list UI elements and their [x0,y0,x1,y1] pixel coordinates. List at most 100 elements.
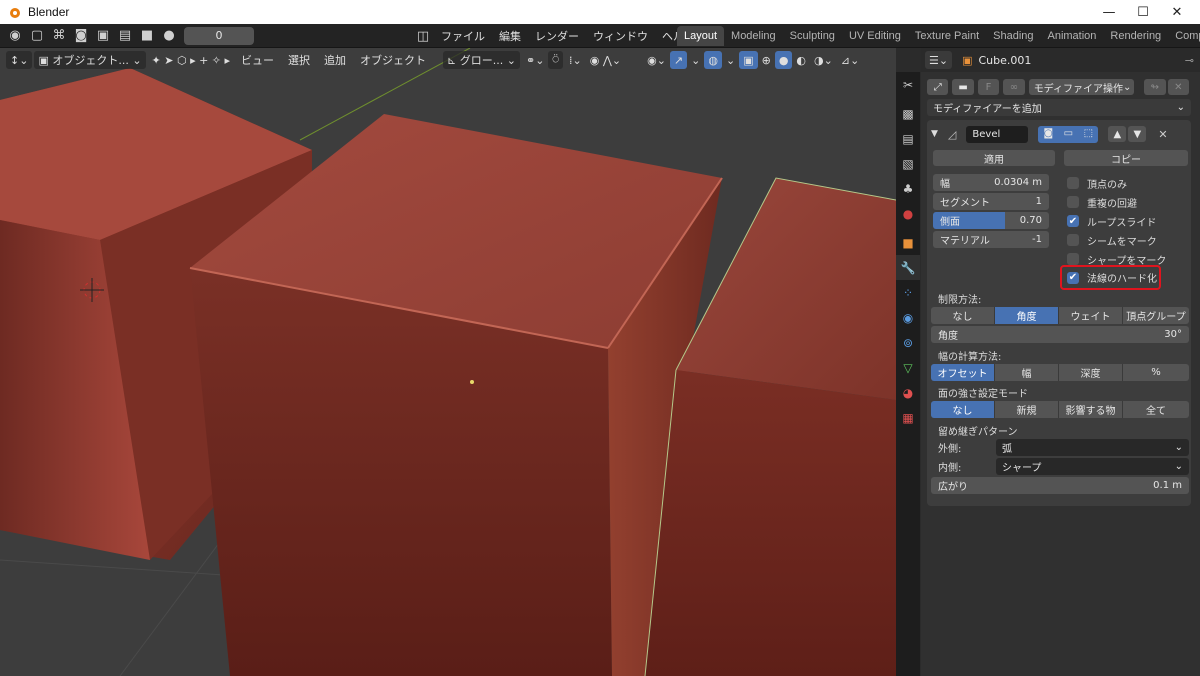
viewport-tools-icon[interactable]: ✦ ➤ ⬡ ▸ + ✧ ▸ [148,51,235,69]
face-none-option[interactable]: なし [931,401,995,418]
mark-seam-checkbox[interactable]: シームをマーク [1067,233,1157,248]
edit-mode-icon[interactable]: ⤢ [927,79,949,95]
inner-miter-dropdown[interactable]: シャープ ⌄ [996,458,1189,475]
physics-tab-icon[interactable]: ◉ [896,305,920,330]
render-camera-icon[interactable]: ◙ [1038,126,1058,142]
remove-icon[interactable]: ✕ [1167,79,1189,95]
font-icon[interactable]: F [977,79,1000,95]
shading-solid-icon[interactable]: ● [774,51,793,69]
apply-button[interactable]: 適用 [933,150,1055,166]
new-file-icon[interactable]: ▢ [26,25,48,47]
display-icon[interactable]: ▬ [952,79,974,95]
frame-field[interactable]: 0 [184,26,254,45]
loop-slide-checkbox[interactable]: ✔ ループスライド [1067,214,1156,229]
camera-icon[interactable]: ◙ [70,25,92,47]
segments-field[interactable]: セグメント 1 [933,193,1049,210]
tab-modeling[interactable]: Modeling [724,26,783,46]
gizmo-toggle-icon[interactable]: ↗ [669,51,688,69]
visibility-icon[interactable]: ◉⌄ [643,51,670,69]
menu-edit[interactable]: 編集 [492,28,528,44]
viewport-menu-select[interactable]: 選択 [281,52,317,68]
viewport-menu-add[interactable]: 追加 [317,52,353,68]
spread-field[interactable]: 広がり 0.1 m [931,477,1189,494]
remove-modifier-icon[interactable]: ✕ [1158,128,1167,141]
modifier-tab-icon[interactable]: 🔧 [896,255,920,280]
script-icon[interactable]: ▤ [114,25,136,47]
node-icon[interactable]: ⌘ [48,25,70,47]
output-tab-icon[interactable]: ▤ [896,126,920,151]
shading-rendered-icon[interactable]: ◑⌄ [810,51,837,69]
data-tab-icon[interactable]: ▽ [896,355,920,380]
material-field[interactable]: マテリアル -1 [933,231,1049,248]
scene-tab-icon[interactable]: ♣ [896,176,920,201]
angle-field[interactable]: 角度 30° [931,326,1189,343]
view-layer-tab-icon[interactable]: ▧ [896,151,920,176]
texture-tab-icon[interactable]: ▦ [896,405,920,430]
add-modifier-dropdown[interactable]: モディファイアーを追加 ⌄ [927,99,1191,116]
render-tab-icon[interactable]: ▩ [896,101,920,126]
tool-tab-icon[interactable]: ✂ [896,72,920,97]
menu-file[interactable]: ファイル [434,28,492,44]
object-tab-icon[interactable]: ■ [896,230,920,255]
clamp-overlap-checkbox[interactable]: 重複の回避 [1067,195,1137,210]
close-window-button[interactable]: ✕ [1154,0,1200,24]
harden-normals-checkbox[interactable]: ✔ 法線のハード化 [1060,265,1161,290]
tab-texture-paint[interactable]: Texture Paint [908,26,986,46]
menu-window[interactable]: ウィンドウ [586,28,655,44]
face-all-option[interactable]: 全て [1123,401,1189,418]
orientation-selector[interactable]: ⊾ グロー... ⌄ [443,51,520,69]
world-tab-icon[interactable]: ● [896,201,920,226]
viewport-menu-view[interactable]: ビュー [234,52,281,68]
width-depth-option[interactable]: 深度 [1059,364,1123,381]
particles-tab-icon[interactable]: ⁘ [896,280,920,305]
pivot-icon[interactable]: ⚭⌄ [522,51,548,69]
face-new-option[interactable]: 新規 [995,401,1059,418]
tab-uv-editing[interactable]: UV Editing [842,26,908,46]
mark-sharp-checkbox[interactable]: シャープをマーク [1067,252,1166,267]
limit-vgroup-option[interactable]: 頂点グループ [1123,307,1189,324]
snap-icon[interactable]: ⍥ [548,51,564,69]
overlay-toggle-icon[interactable]: ◍ [704,51,722,69]
viewport-menu-object[interactable]: オブジェクト [353,52,433,68]
width-offset-option[interactable]: オフセット [931,364,995,381]
link-icon[interactable]: ∞ [1003,79,1025,95]
proportional-edit-icon[interactable]: ◉ ⋀⌄ [586,51,625,69]
snap-target-icon[interactable]: ⁞⌄ [565,51,586,69]
face-affected-option[interactable]: 影響する物 [1059,401,1123,418]
3d-viewport[interactable]: ↕⌄ ▣ オブジェクト... ⌄ ✦ ➤ ⬡ ▸ + ✧ ▸ ビュー 選択 追加… [0,48,896,676]
modifier-name-field[interactable]: Bevel [966,125,1029,143]
tab-layout[interactable]: Layout [677,26,725,46]
move-up-icon[interactable]: ▲ [1108,126,1127,142]
collapse-icon[interactable]: ▼ [931,129,938,139]
viewport-display-icon[interactable]: ▭ [1058,126,1078,142]
tab-rendering[interactable]: Rendering [1103,26,1168,46]
edit-mode-cage-icon[interactable]: ⬚ [1078,126,1098,142]
editor-type-icon[interactable]: ⊿⌄ [837,51,863,69]
shading-wireframe-icon[interactable]: ⊕ [758,51,775,69]
pin-icon[interactable]: ⊸ [1185,54,1194,67]
constraints-tab-icon[interactable]: ⊚ [896,330,920,355]
move-down-icon[interactable]: ▼ [1128,126,1147,142]
profile-slider[interactable]: 側面 0.70 [933,212,1049,229]
width-percent-option[interactable]: % [1123,364,1189,381]
width-width-option[interactable]: 幅 [995,364,1059,381]
tab-shading[interactable]: Shading [986,26,1040,46]
limit-angle-option[interactable]: 角度 [995,307,1059,324]
blender-menu-icon[interactable]: ◉ [4,25,26,47]
material-tab-icon[interactable]: ◕ [896,380,920,405]
record-icon[interactable]: ● [158,25,180,47]
vertices-only-checkbox[interactable]: 頂点のみ [1067,176,1127,191]
shading-material-icon[interactable]: ◐ [792,51,810,69]
width-field[interactable]: 幅 0.0304 m [933,174,1049,191]
limit-none-option[interactable]: なし [931,307,995,324]
folder-icon[interactable]: ■ [136,25,158,47]
outer-miter-dropdown[interactable]: 弧 ⌄ [996,439,1189,456]
properties-editor-type-icon[interactable]: ☰⌄ [925,51,953,69]
image-icon[interactable]: ▣ [92,25,114,47]
overlay-dropdown-icon[interactable]: ⌄ [722,51,739,69]
tab-animation[interactable]: Animation [1041,26,1104,46]
menu-render[interactable]: レンダー [528,28,586,44]
tab-sculpting[interactable]: Sculpting [783,26,842,46]
mode-selector[interactable]: ▣ オブジェクト... ⌄ [34,51,146,69]
paste-icon[interactable]: ↬ [1144,79,1166,95]
